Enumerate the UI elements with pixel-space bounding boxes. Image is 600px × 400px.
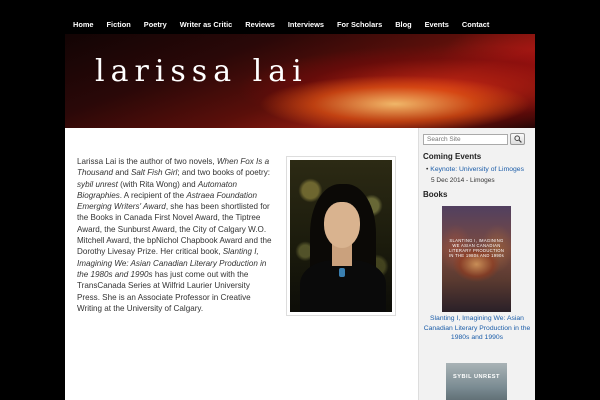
- title-sybil-unrest: sybil unrest: [77, 179, 118, 189]
- intro-text: Larissa Lai is the author of two novels,: [77, 157, 217, 166]
- header-banner: larissa lai: [65, 34, 535, 128]
- nav-contact[interactable]: Contact: [462, 20, 490, 29]
- intro-paragraph: Larissa Lai is the author of two novels,…: [77, 156, 275, 314]
- books-heading: Books: [423, 190, 448, 199]
- nav-writer-as-critic[interactable]: Writer as Critic: [180, 20, 232, 29]
- book-cover-text: SYBIL UNREST: [453, 374, 500, 380]
- intro-text: . A recipient of the: [119, 190, 187, 200]
- nav-home[interactable]: Home: [73, 20, 94, 29]
- nav-events[interactable]: Events: [425, 20, 449, 29]
- magnifier-icon: [513, 135, 522, 143]
- nav-interviews[interactable]: Interviews: [288, 20, 324, 29]
- intro-text: and: [113, 168, 132, 178]
- search-input[interactable]: [423, 134, 508, 145]
- book-caption-link[interactable]: Slanting I, Imagining We: Asian Canadian…: [422, 314, 532, 343]
- nav-fiction[interactable]: Fiction: [107, 20, 131, 29]
- search-button[interactable]: [510, 133, 525, 145]
- intro-text: ; and two books of poetry:: [177, 168, 271, 178]
- site-title[interactable]: larissa lai: [95, 54, 308, 89]
- book-cover-sybil-unrest[interactable]: SYBIL UNREST: [446, 363, 507, 400]
- book-cover-text: SLANTING I, IMAGINING WE ASIAN CANADIAN …: [448, 238, 505, 258]
- intro-text: (with Rita Wong) and: [117, 179, 198, 189]
- nav-reviews[interactable]: Reviews: [245, 20, 275, 29]
- coming-events-heading: Coming Events: [423, 152, 482, 161]
- event-link[interactable]: Keynote: University of Limoges: [426, 166, 524, 173]
- nav-blog[interactable]: Blog: [395, 20, 411, 29]
- nav-for-scholars[interactable]: For Scholars: [337, 20, 382, 29]
- main-nav: Home Fiction Poetry Writer as Critic Rev…: [65, 12, 535, 36]
- nav-poetry[interactable]: Poetry: [144, 20, 167, 29]
- event-date: 5 Dec 2014 - Limoges: [431, 177, 495, 184]
- author-photo: [286, 156, 396, 316]
- title-salt-fish-girl: Salt Fish Girl: [131, 168, 178, 178]
- author-photo-image: [290, 160, 392, 312]
- book-cover-slanting-i[interactable]: SLANTING I, IMAGINING WE ASIAN CANADIAN …: [442, 206, 511, 312]
